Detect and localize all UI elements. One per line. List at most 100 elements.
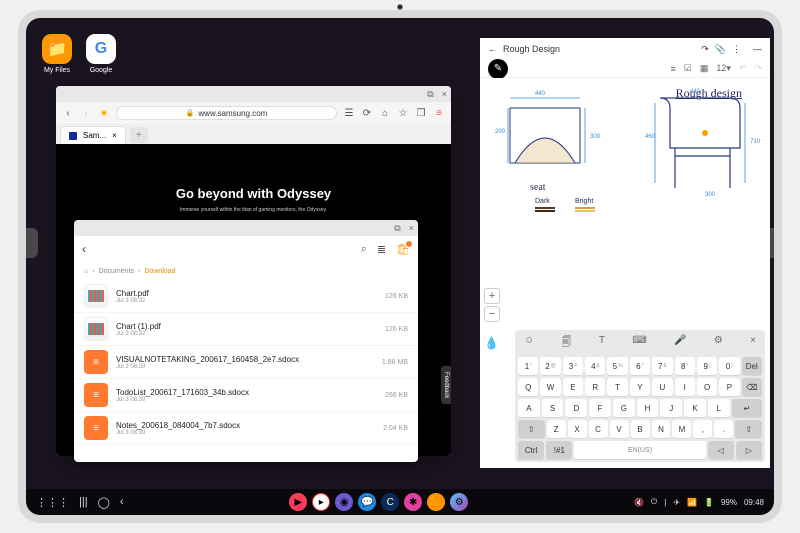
note-title[interactable]: Rough Design bbox=[503, 44, 560, 54]
popup-icon[interactable]: ⧉ bbox=[427, 89, 433, 100]
key-W[interactable]: W bbox=[540, 378, 560, 396]
edge-panel-left[interactable] bbox=[26, 228, 38, 258]
keyboard-mode-icon[interactable]: ⌨ bbox=[632, 335, 646, 352]
key-0[interactable]: 0) bbox=[719, 357, 739, 375]
dock-app-8[interactable]: ⚙ bbox=[450, 493, 468, 511]
apps-grid-icon[interactable]: ⋮⋮⋮ bbox=[36, 496, 69, 509]
app-my-files[interactable]: 📁 My Files bbox=[42, 34, 72, 74]
menu-icon[interactable]: ≡ bbox=[433, 107, 445, 119]
checklist-icon[interactable]: ☑ bbox=[684, 63, 692, 74]
color-picker-icon[interactable]: 💧 bbox=[484, 336, 499, 350]
key-R[interactable]: R bbox=[585, 378, 605, 396]
home-icon[interactable]: ⌂ bbox=[379, 107, 391, 119]
settings-icon[interactable]: ⚙ bbox=[714, 335, 723, 352]
reader-icon[interactable]: ☰ bbox=[343, 107, 355, 119]
search-icon[interactable]: ⌕ bbox=[361, 243, 367, 256]
key-5[interactable]: 5% bbox=[607, 357, 627, 375]
key-S[interactable]: S bbox=[542, 399, 564, 417]
key-arrow-left[interactable]: ◁ bbox=[708, 441, 734, 459]
app-google[interactable]: G Google bbox=[86, 34, 116, 74]
crumb-download[interactable]: Download bbox=[144, 268, 175, 275]
key-X[interactable]: X bbox=[568, 420, 587, 438]
zoom-out-button[interactable]: − bbox=[484, 306, 500, 322]
crumb-home[interactable]: ⌂ bbox=[84, 268, 88, 275]
key-Y[interactable]: Y bbox=[630, 378, 650, 396]
key-E[interactable]: E bbox=[563, 378, 583, 396]
recents-icon[interactable]: ||| bbox=[79, 496, 88, 509]
key-U[interactable]: U bbox=[652, 378, 672, 396]
table-icon[interactable]: ▦ bbox=[700, 63, 709, 74]
font-size[interactable]: 12▾ bbox=[716, 63, 731, 74]
battery-icon[interactable]: 🔋 bbox=[704, 498, 714, 507]
key-6[interactable]: 6^ bbox=[630, 357, 650, 375]
key-1[interactable]: 1! bbox=[518, 357, 538, 375]
key-G[interactable]: G bbox=[613, 399, 635, 417]
minimize-icon[interactable]: — bbox=[753, 44, 762, 54]
close-icon[interactable]: × bbox=[409, 223, 414, 233]
dock-app-5[interactable]: C bbox=[381, 493, 399, 511]
canvas[interactable]: 440200300 440460300710 DarkBright Rough … bbox=[480, 78, 770, 468]
undo-icon[interactable]: ↶ bbox=[739, 63, 747, 74]
key-2[interactable]: 2@ bbox=[540, 357, 560, 375]
key-V[interactable]: V bbox=[610, 420, 629, 438]
home-button-icon[interactable]: ◯ bbox=[98, 496, 110, 509]
dock-app-6[interactable]: ✱ bbox=[404, 493, 422, 511]
file-row[interactable]: ≡ VISUALNOTETAKING_200617_160458_2e7.sdo… bbox=[74, 346, 418, 379]
key-enter[interactable]: ↵ bbox=[732, 399, 762, 417]
more-icon[interactable]: ⋮ bbox=[732, 44, 741, 55]
dock-app-2[interactable]: ▸ bbox=[312, 493, 330, 511]
back-icon[interactable]: ← bbox=[488, 44, 497, 54]
dock-app-7[interactable]: 🟧 bbox=[427, 493, 445, 511]
key-Q[interactable]: Q bbox=[518, 378, 538, 396]
dock-app-4[interactable]: 💬 bbox=[358, 493, 376, 511]
key-comma[interactable]: , bbox=[693, 420, 712, 438]
window-titlebar[interactable]: ⧉ × bbox=[56, 86, 451, 102]
key-D[interactable]: D bbox=[565, 399, 587, 417]
close-tab-icon[interactable]: × bbox=[112, 131, 117, 140]
list-view-icon[interactable]: ≣ bbox=[377, 243, 386, 256]
emoji-icon[interactable]: ☺ bbox=[524, 335, 534, 352]
bookmark-star-icon[interactable]: ★ bbox=[98, 107, 110, 119]
key-Del[interactable]: Del bbox=[742, 357, 762, 375]
key-shift-left[interactable]: ⇧ bbox=[518, 420, 545, 438]
file-row[interactable]: Chart.pdf Jul 3 08:32 126 KB bbox=[74, 280, 418, 313]
key-F[interactable]: F bbox=[589, 399, 611, 417]
power-icon[interactable]: ⏻ bbox=[651, 497, 657, 507]
brush-tool-icon[interactable]: ✎ bbox=[488, 59, 508, 79]
text-mode-icon[interactable]: T bbox=[599, 335, 605, 352]
key-T[interactable]: T bbox=[607, 378, 627, 396]
tabs-icon[interactable]: ❐ bbox=[415, 107, 427, 119]
key-O[interactable]: O bbox=[697, 378, 717, 396]
file-list[interactable]: Chart.pdf Jul 3 08:32 126 KB Chart (1).p… bbox=[74, 280, 418, 462]
key-3[interactable]: 3# bbox=[563, 357, 583, 375]
key-symbols[interactable]: !#1 bbox=[546, 441, 572, 459]
dock-app-1[interactable]: ▶ bbox=[289, 493, 307, 511]
files-window[interactable]: ⧉ × ‹ ⌕ ≣ 🛍 ⌂ › Documents › Download Cha… bbox=[74, 220, 418, 462]
key-A[interactable]: A bbox=[518, 399, 540, 417]
redo-icon[interactable]: ↷ bbox=[701, 44, 709, 55]
key-4[interactable]: 4$ bbox=[585, 357, 605, 375]
forward-icon[interactable]: › bbox=[80, 107, 92, 119]
popup-icon[interactable]: ⧉ bbox=[394, 223, 400, 234]
back-nav-icon[interactable]: ‹ bbox=[120, 496, 124, 509]
key-B[interactable]: B bbox=[631, 420, 650, 438]
key-ctrl[interactable]: Ctrl bbox=[518, 441, 544, 459]
key-H[interactable]: H bbox=[637, 399, 659, 417]
back-icon[interactable]: ‹ bbox=[62, 107, 74, 119]
key-I[interactable]: I bbox=[675, 378, 695, 396]
back-button[interactable]: ‹ bbox=[82, 242, 86, 256]
tab-samsung[interactable]: Sam... × bbox=[60, 126, 126, 144]
key-M[interactable]: M bbox=[672, 420, 691, 438]
mute-icon[interactable]: 🔇 bbox=[634, 498, 644, 507]
wifi-icon[interactable]: 📶 bbox=[687, 498, 697, 507]
notes-window[interactable]: ← Rough Design ↷ 📎 ⋮ — ✎ ≡ ☑ ▦ 12▾ ↶ ↷ bbox=[480, 38, 770, 468]
key-L[interactable]: L bbox=[708, 399, 730, 417]
file-row[interactable]: ≡ TodoList_200617_171603_34b.sdocx Jul 3… bbox=[74, 379, 418, 412]
redo-icon[interactable]: ↷ bbox=[754, 63, 762, 74]
key-period[interactable]: . bbox=[714, 420, 733, 438]
key-Z[interactable]: Z bbox=[547, 420, 566, 438]
airplane-icon[interactable]: ✈ bbox=[673, 498, 680, 507]
key-C[interactable]: C bbox=[589, 420, 608, 438]
address-bar[interactable]: 🔒 www.samsung.com bbox=[116, 106, 337, 120]
key-space[interactable]: EN(US) bbox=[574, 441, 705, 459]
